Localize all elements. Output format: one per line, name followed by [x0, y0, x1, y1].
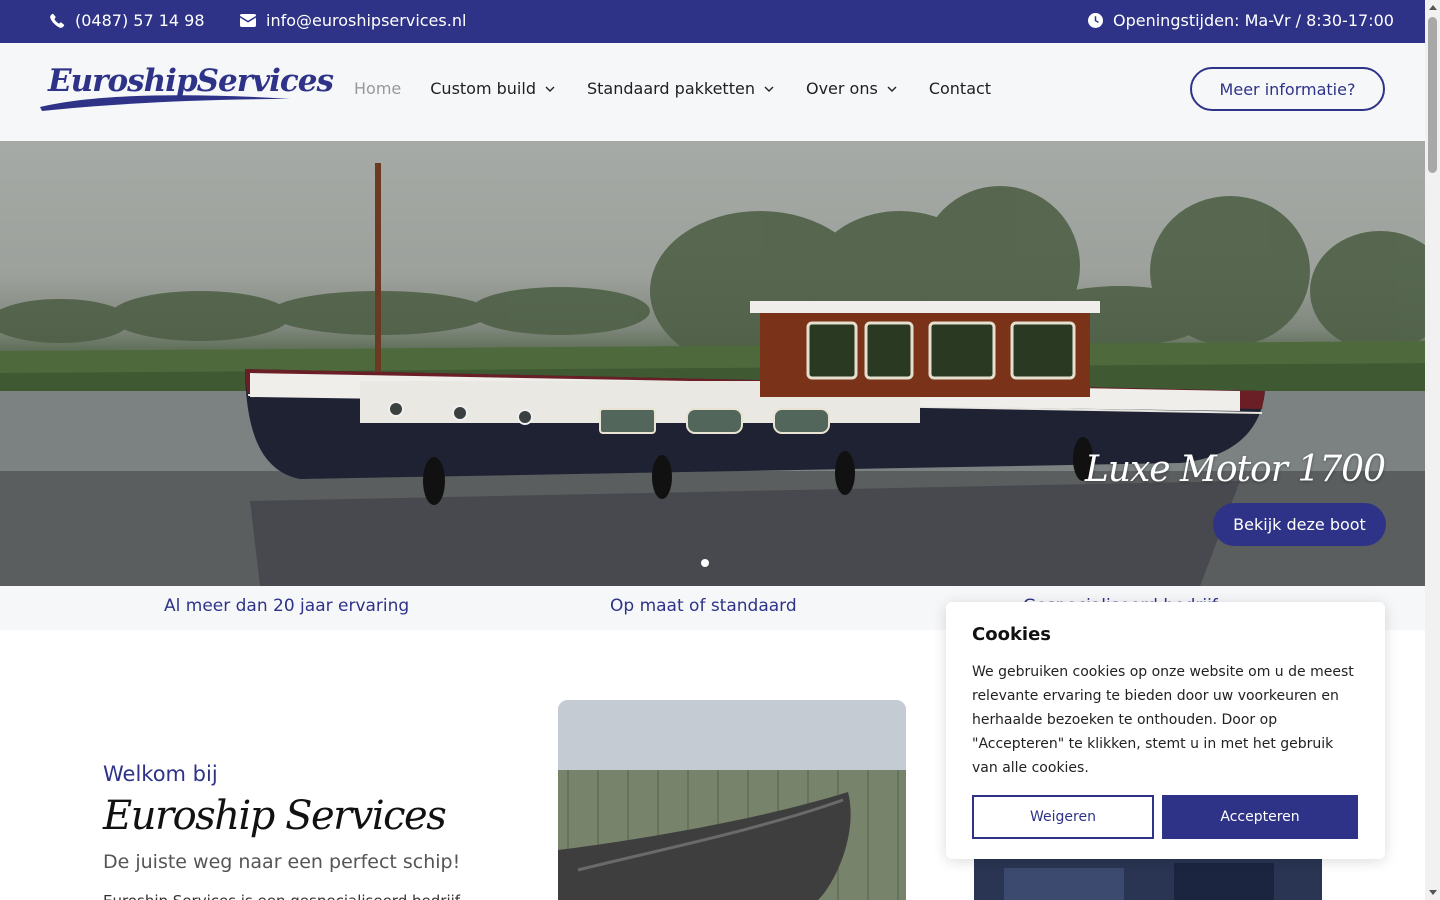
chevron-down-icon [542, 81, 558, 97]
shipyard-image [558, 700, 906, 900]
phone-link[interactable]: (0487) 57 14 98 [50, 11, 205, 30]
nav-standaard-pakketten-label: Standaard pakketten [586, 79, 755, 98]
nav-home-label: Home [354, 79, 402, 98]
more-info-button[interactable]: Meer informatie? [1190, 67, 1385, 111]
nav-over-ons-label: Over ons [805, 79, 878, 98]
phone-icon [50, 13, 65, 28]
site-logo[interactable]: EuroshipServices [38, 63, 334, 119]
opening-hours: Openingstijden: Ma-Vr / 8:30-17:00 [1088, 11, 1394, 30]
main-navigation: Home Custom build Standaard pakketten Ov… [354, 79, 1020, 98]
nav-contact[interactable]: Contact [929, 79, 991, 98]
email-link[interactable]: info@euroshipservices.nl [240, 11, 466, 30]
site-header: EuroshipServices Home Custom build Stand… [0, 43, 1425, 141]
welcome-body: Euroship Services is een gespecialiseerd… [103, 892, 460, 900]
welcome-subtitle: Welkom bij [103, 762, 218, 786]
logo-text: EuroshipServices [48, 63, 334, 99]
clock-icon [1088, 13, 1103, 28]
chevron-down-icon [884, 81, 900, 97]
scroll-up-arrow-icon[interactable] [1425, 0, 1440, 15]
opening-hours-text: Openingstijden: Ma-Vr / 8:30-17:00 [1113, 11, 1394, 30]
cookie-title: Cookies [972, 624, 1052, 645]
feature-custom-label: Op maat of standaard [610, 596, 797, 616]
welcome-title: Euroship Services [103, 793, 447, 839]
nav-contact-label: Contact [928, 79, 992, 98]
reject-cookies-button[interactable]: Weigeren [972, 795, 1154, 839]
cookie-text: We gebruiken cookies op onze website om … [972, 664, 1354, 776]
more-info-label: Meer informatie? [1219, 79, 1356, 99]
view-boat-label: Bekijk deze boot [1233, 515, 1366, 534]
feature-experience-label: Al meer dan 20 jaar ervaring [164, 596, 410, 616]
hero-image [0, 163, 1425, 586]
feature-experience: Al meer dan 20 jaar ervaring [164, 596, 409, 616]
welcome-tagline: De juiste weg naar een perfect schip! [103, 851, 461, 873]
nav-home[interactable]: Home [354, 79, 401, 98]
hero-title: Luxe Motor 1700 [1084, 449, 1386, 490]
workshop-image [974, 858, 1322, 900]
scroll-down-arrow-icon[interactable] [1425, 885, 1440, 900]
cookie-consent-dialog: Cookies We gebruiken cookies op onze web… [946, 602, 1385, 859]
nav-standaard-pakketten[interactable]: Standaard pakketten [587, 79, 777, 98]
chevron-down-icon [761, 81, 777, 97]
accept-cookies-button[interactable]: Accepteren [1162, 795, 1358, 839]
envelope-icon [240, 14, 256, 27]
email-address: info@euroshipservices.nl [266, 11, 467, 30]
top-bar: (0487) 57 14 98 info@euroshipservices.nl… [0, 0, 1425, 43]
accept-cookies-label: Accepteren [1220, 809, 1300, 825]
slider-dot[interactable] [701, 559, 709, 567]
page-scrollbar[interactable] [1425, 0, 1440, 900]
workshop-photo [974, 858, 1322, 900]
nav-custom-build-label: Custom build [430, 79, 536, 98]
hero-slider: Luxe Motor 1700 Bekijk deze boot [0, 141, 1425, 586]
scroll-thumb[interactable] [1428, 17, 1437, 173]
feature-custom: Op maat of standaard [610, 596, 797, 616]
reject-cookies-label: Weigeren [1030, 809, 1096, 825]
shipyard-photo [558, 700, 906, 900]
phone-number: (0487) 57 14 98 [75, 11, 205, 30]
view-boat-button[interactable]: Bekijk deze boot [1213, 503, 1386, 546]
nav-custom-build[interactable]: Custom build [430, 79, 558, 98]
nav-over-ons[interactable]: Over ons [806, 79, 900, 98]
